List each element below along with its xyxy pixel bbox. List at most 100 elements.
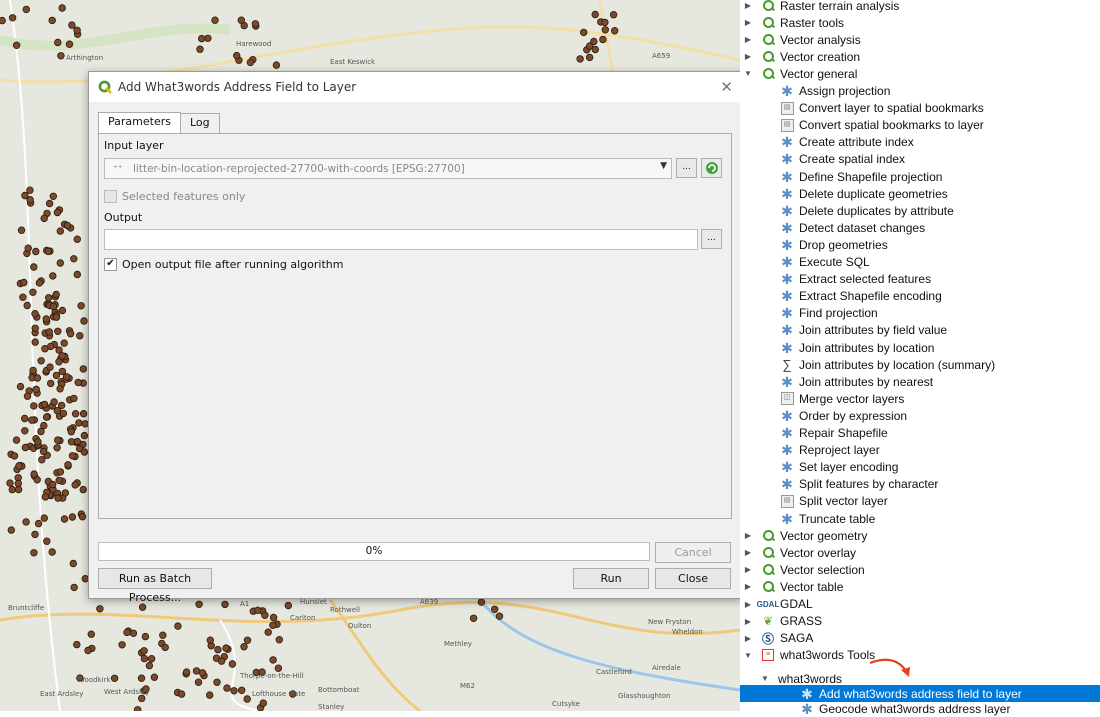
what3words-icon: ≡ (761, 648, 775, 662)
collapse-arrow-icon[interactable]: ▶ (743, 35, 753, 44)
collapse-arrow-icon[interactable]: ▶ (743, 1, 753, 10)
run-button[interactable]: Run (573, 568, 649, 589)
processing-toolbox-tree: ▶ Raster terrain analysis ▶ Raster tools ▶ Ve… (740, 0, 1100, 716)
tree-item[interactable]: ✱ Find projection (740, 305, 1100, 322)
tree-item[interactable]: ▶ Vector selection (740, 561, 1100, 578)
tree-item[interactable]: ✱ Extract selected features (740, 271, 1100, 288)
tree-item[interactable]: ∑ Join attributes by location (summary) (740, 356, 1100, 373)
run-batch-button[interactable]: Run as Batch Process... (98, 568, 212, 604)
map-place-label: Harewood (236, 40, 272, 48)
output-field[interactable] (104, 229, 698, 250)
expand-arrow-icon[interactable]: ▼ (743, 651, 753, 660)
expand-arrow-icon[interactable]: ▼ (743, 69, 753, 78)
tree-item[interactable]: ✱ Geocode what3words address layer (740, 700, 1100, 717)
tree-item[interactable]: ▶ Vector geometry (740, 527, 1100, 544)
close-icon[interactable]: ✕ (720, 78, 733, 96)
tree-item[interactable]: ✱ Join attributes by location (740, 339, 1100, 356)
input-layer-browse-button[interactable]: ... (676, 158, 697, 178)
tree-item[interactable]: ✱ Set layer encoding (740, 459, 1100, 476)
map-point (194, 678, 203, 686)
expand-arrow-icon[interactable]: ▼ (760, 674, 770, 683)
tree-item[interactable]: ✱ Create attribute index (740, 134, 1100, 151)
map-point (78, 513, 87, 521)
selected-only-checkbox[interactable]: Selected features only (104, 190, 245, 203)
gear-icon: ✱ (781, 83, 793, 99)
map-point (24, 244, 32, 252)
tree-item[interactable]: ▤ Convert layer to spatial bookmarks (740, 100, 1100, 117)
map-point (118, 641, 126, 649)
map-point (137, 694, 146, 703)
map-point (39, 447, 48, 456)
tree-item[interactable]: ▶ ❦ GRASS (740, 613, 1100, 630)
tree-item[interactable]: ◫ Merge vector layers (740, 390, 1100, 407)
cancel-button[interactable]: Cancel (655, 542, 731, 563)
map-point (40, 421, 48, 430)
close-button[interactable]: Close (655, 568, 731, 589)
tree-item[interactable]: ▶ Raster tools (740, 14, 1100, 31)
map-place-label: Lofthouse Gate (252, 690, 306, 698)
collapse-arrow-icon[interactable]: ▶ (743, 600, 753, 609)
tree-item[interactable]: ✱ Delete duplicate geometries (740, 185, 1100, 202)
tree-item[interactable]: ▤ Split vector layer (740, 493, 1100, 510)
map-place-label: Arthington (66, 54, 104, 62)
qgis-icon (761, 50, 775, 64)
tree-item[interactable]: ✱ Extract Shapefile encoding (740, 288, 1100, 305)
map-point (269, 621, 277, 629)
output-label: Output (104, 211, 143, 224)
collapse-arrow-icon[interactable]: ▶ (743, 634, 753, 643)
tree-item[interactable]: ✱ Define Shapefile projection (740, 168, 1100, 185)
collapse-arrow-icon[interactable]: ▶ (743, 531, 753, 540)
tree-item[interactable]: ✱ Create spatial index (740, 151, 1100, 168)
collapse-arrow-icon[interactable]: ▶ (743, 582, 753, 591)
tree-item[interactable]: ▤ Convert spatial bookmarks to layer (740, 117, 1100, 134)
map-point (491, 605, 499, 613)
map-point (54, 436, 62, 444)
point-layer-icon: ⁺⁺ (113, 163, 123, 174)
map-point (77, 302, 85, 310)
map-point (56, 227, 64, 235)
tree-item-label: Delete duplicate geometries (799, 186, 948, 201)
tree-item[interactable]: ✱ Reproject layer (740, 442, 1100, 459)
tree-item[interactable]: ▼ ≡ what3words Tools (740, 647, 1100, 664)
tree-item[interactable]: ✱ Delete duplicates by attribute (740, 202, 1100, 219)
tree-item[interactable]: ▶ Vector analysis (740, 31, 1100, 48)
tab-parameters[interactable]: Parameters (98, 112, 181, 133)
tree-item[interactable]: ✱ Drop geometries (740, 236, 1100, 253)
input-layer-combo[interactable]: ⁺⁺ litter-bin-location-reprojected-27700… (104, 158, 672, 179)
iterate-layer-button[interactable] (701, 158, 722, 178)
tree-item[interactable]: ▶ Vector creation (740, 48, 1100, 65)
collapse-arrow-icon[interactable]: ▶ (743, 565, 753, 574)
tree-item[interactable]: ▼ Vector general (740, 65, 1100, 82)
tree-item[interactable]: ✱ Assign projection (740, 83, 1100, 100)
collapse-arrow-icon[interactable]: ▶ (743, 18, 753, 27)
tree-item[interactable]: ✱ Truncate table (740, 510, 1100, 527)
map-place-label: New Fryston (648, 618, 692, 626)
tree-item[interactable]: ✱ Join attributes by nearest (740, 373, 1100, 390)
dialog-titlebar[interactable]: Add What3words Address Field to Layer ✕ (89, 72, 741, 102)
map-point (80, 317, 88, 325)
collapse-arrow-icon[interactable]: ▶ (743, 548, 753, 557)
tree-item[interactable]: ✱ Repair Shapefile (740, 425, 1100, 442)
map-point (32, 385, 40, 393)
tree-item[interactable]: ✱ Join attributes by field value (740, 322, 1100, 339)
tree-item[interactable]: ▶ Ⓢ SAGA (740, 630, 1100, 647)
tree-item[interactable]: ▶ GDAL GDAL (740, 596, 1100, 613)
collapse-arrow-icon[interactable]: ▶ (743, 617, 753, 626)
tree-item[interactable]: ▶ Vector table (740, 578, 1100, 595)
map-point (134, 706, 142, 711)
tree-item[interactable]: ✱ Execute SQL (740, 254, 1100, 271)
tree-item[interactable]: ✱ Detect dataset changes (740, 219, 1100, 236)
map-point (33, 374, 42, 382)
output-browse-button[interactable]: ... (701, 229, 722, 249)
gear-icon: ✱ (781, 288, 793, 305)
tree-item[interactable]: ✱ Order by expression (740, 407, 1100, 424)
dialog-tabs: Parameters Log (98, 112, 220, 133)
tree-item[interactable]: ✱ Split features by character (740, 476, 1100, 493)
tree-item[interactable]: ▶ Raster terrain analysis (740, 0, 1100, 14)
open-output-checkbox[interactable]: ✔ Open output file after running algorit… (104, 258, 343, 271)
map-point (22, 518, 30, 526)
tab-log[interactable]: Log (179, 113, 220, 133)
qgis-icon (761, 33, 775, 47)
tree-item[interactable]: ▶ Vector overlay (740, 544, 1100, 561)
collapse-arrow-icon[interactable]: ▶ (743, 52, 753, 61)
